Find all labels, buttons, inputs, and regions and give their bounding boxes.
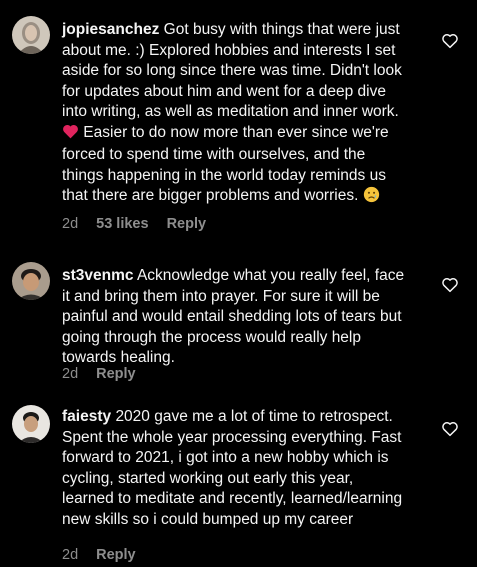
comment-meta: 2d Reply bbox=[62, 547, 136, 563]
heart-outline-icon[interactable] bbox=[441, 276, 459, 294]
comment-text-continued: Easier to do now more than ever since we… bbox=[62, 123, 389, 205]
comment-username[interactable]: faiesty bbox=[62, 408, 111, 425]
comment-body: faiesty 2020 gave me a lot of time to re… bbox=[62, 407, 407, 530]
reply-button[interactable]: Reply bbox=[96, 366, 136, 382]
avatar[interactable] bbox=[12, 405, 50, 443]
reply-button[interactable]: Reply bbox=[96, 547, 136, 563]
avatar[interactable] bbox=[12, 262, 50, 300]
comment-time: 2d bbox=[62, 366, 79, 382]
comment-meta: 2d Reply bbox=[62, 366, 136, 382]
comment-meta: 2d 53 likes Reply bbox=[62, 216, 206, 232]
red-heart-emoji-icon bbox=[62, 124, 79, 146]
comment-time: 2d bbox=[62, 216, 79, 232]
heart-outline-icon[interactable] bbox=[441, 420, 459, 438]
comment-username[interactable]: jopiesanchez bbox=[62, 21, 159, 38]
sad-face-emoji-icon bbox=[363, 186, 380, 210]
avatar[interactable] bbox=[12, 16, 50, 54]
likes-count[interactable]: 53 likes bbox=[96, 216, 148, 232]
heart-outline-icon[interactable] bbox=[441, 32, 459, 50]
comment-body: jopiesanchez Got busy with things that w… bbox=[62, 20, 407, 210]
comment-body: st3venmc Acknowledge what you really fee… bbox=[62, 266, 407, 369]
comment-text: 2020 gave me a lot of time to retrospect… bbox=[62, 408, 403, 528]
reply-button[interactable]: Reply bbox=[167, 216, 207, 232]
comment-username[interactable]: st3venmc bbox=[62, 267, 134, 284]
comment-time: 2d bbox=[62, 547, 79, 563]
